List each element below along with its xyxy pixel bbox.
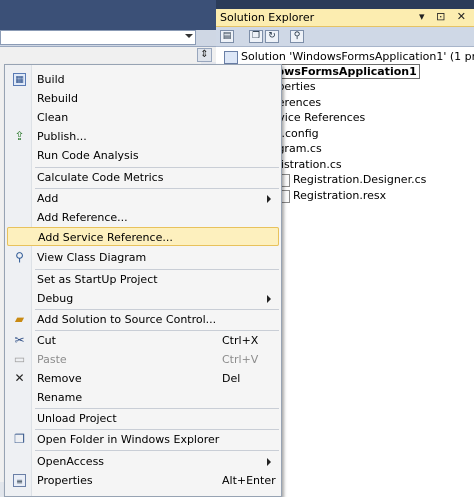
open-folder-icon: ❐ [14, 432, 25, 446]
menu-item-publish[interactable]: ⇪ Publish... [7, 127, 279, 146]
member-dropdown[interactable] [0, 30, 196, 45]
tree-item-registration-designer[interactable]: Registration.Designer.cs [276, 172, 426, 187]
menu-item-label: OpenAccess [37, 455, 105, 468]
window-controls[interactable]: ▾ ⊡ ✕ [419, 10, 470, 23]
menu-item-label: Run Code Analysis [37, 149, 139, 162]
menu-item-view-class-diagram[interactable]: ⚲ View Class Diagram [7, 248, 279, 267]
scissors-icon: ✂ [14, 333, 25, 347]
solution-icon [224, 50, 238, 64]
menu-item-label: Add Service Reference... [38, 231, 173, 244]
menu-item-shortcut: Ctrl+X [222, 334, 259, 347]
delete-x-icon: ✕ [14, 371, 25, 385]
solution-explorer-title: Solution Explorer [220, 11, 315, 24]
menu-separator [35, 450, 279, 451]
class-diagram-icon: ⚲ [15, 250, 24, 264]
build-icon: ▦ [13, 73, 26, 86]
menu-item-openaccess[interactable]: OpenAccess [7, 452, 279, 471]
menu-item-label: Calculate Code Metrics [37, 171, 164, 184]
menu-item-properties[interactable]: ≡ Properties Alt+Enter [7, 471, 279, 490]
menu-item-unload-project[interactable]: Unload Project [7, 409, 279, 428]
menu-item-label: Add [37, 192, 59, 205]
menu-item-shortcut: Ctrl+V [222, 353, 259, 366]
source-control-icon: ▰ [14, 312, 25, 326]
menu-item-remove[interactable]: ✕ Remove Del [7, 369, 279, 388]
tree-item-label: Registration.Designer.cs [293, 173, 427, 186]
menu-item-clean[interactable]: Clean [7, 108, 279, 127]
chevron-down-icon[interactable] [185, 34, 193, 38]
menu-item-label: Build [37, 73, 65, 86]
tree-item-label: Registration.resx [293, 189, 387, 202]
menu-item-label: Paste [37, 353, 67, 366]
menu-item-paste[interactable]: ▭ Paste Ctrl+V [7, 350, 279, 369]
menu-item-label: Unload Project [37, 412, 117, 425]
menu-item-add-service-reference[interactable]: Add Service Reference... [7, 227, 279, 246]
vs-window: ⇕ Solution Explorer ▾ ⊡ ✕ ▤ ❐ ↻ ⚲ Soluti… [0, 0, 474, 497]
menu-item-add-reference[interactable]: Add Reference... [7, 208, 279, 227]
menu-item-cut[interactable]: ✂ Cut Ctrl+X [7, 331, 279, 350]
menu-item-debug[interactable]: Debug [7, 289, 279, 308]
refresh-icon[interactable]: ↻ [265, 30, 279, 43]
class-view-icon[interactable]: ⚲ [290, 30, 304, 43]
menu-item-label: Cut [37, 334, 56, 347]
menu-item-label: Debug [37, 292, 74, 305]
properties-icon: ≡ [13, 474, 26, 487]
show-all-files-icon[interactable]: ❐ [249, 30, 263, 43]
menu-item-label: Open Folder in Windows Explorer [37, 433, 220, 446]
menu-item-label: Remove [37, 372, 82, 385]
publish-icon: ⇪ [14, 129, 25, 143]
menu-item-add-to-source-control[interactable]: ▰ Add Solution to Source Control... [7, 310, 279, 329]
menu-item-add[interactable]: Add [7, 189, 279, 208]
menu-item-label: Clean [37, 111, 69, 124]
menu-item-label: Add Reference... [37, 211, 128, 224]
menu-item-shortcut: Alt+Enter [222, 474, 276, 487]
menu-item-label: View Class Diagram [37, 251, 147, 264]
menu-item-label: Publish... [37, 130, 87, 143]
menu-item-label: Set as StartUp Project [37, 273, 158, 286]
menu-item-label: Rebuild [37, 92, 78, 105]
editor-tab-bar [0, 0, 216, 30]
solution-explorer-toolbar: ▤ ❐ ↻ ⚲ [216, 27, 474, 47]
submenu-arrow-icon [267, 458, 271, 466]
menu-item-build[interactable]: ▦ Build [7, 70, 279, 89]
menu-item-open-folder[interactable]: ❐ Open Folder in Windows Explorer [7, 430, 279, 449]
menu-item-rename[interactable]: Rename [7, 388, 279, 407]
menu-item-shortcut: Del [222, 372, 241, 385]
tree-item-solution[interactable]: Solution 'WindowsFormsApplication1' (1 p… [224, 49, 474, 64]
properties-icon[interactable]: ▤ [220, 30, 234, 43]
menu-item-calculate-code-metrics[interactable]: Calculate Code Metrics [7, 168, 279, 187]
submenu-arrow-icon [267, 295, 271, 303]
menu-item-set-startup-project[interactable]: Set as StartUp Project [7, 270, 279, 289]
project-context-menu: ▦ Build Rebuild Clean ⇪ Publish... Run C… [4, 64, 282, 497]
tree-item-registration-resx[interactable]: Registration.resx [276, 188, 386, 203]
paste-icon: ▭ [13, 352, 26, 366]
menu-item-rebuild[interactable]: Rebuild [7, 89, 279, 108]
solution-explorer-titlebar: Solution Explorer ▾ ⊡ ✕ [216, 9, 474, 27]
split-view-button[interactable]: ⇕ [197, 48, 212, 62]
menu-item-label: Rename [37, 391, 83, 404]
menu-item-label: Properties [37, 474, 93, 487]
submenu-arrow-icon [267, 195, 271, 203]
menu-item-label: Add Solution to Source Control... [37, 313, 217, 326]
tree-item-label: Solution 'WindowsFormsApplication1' (1 p… [241, 50, 474, 63]
menu-item-run-code-analysis[interactable]: Run Code Analysis [7, 146, 279, 165]
